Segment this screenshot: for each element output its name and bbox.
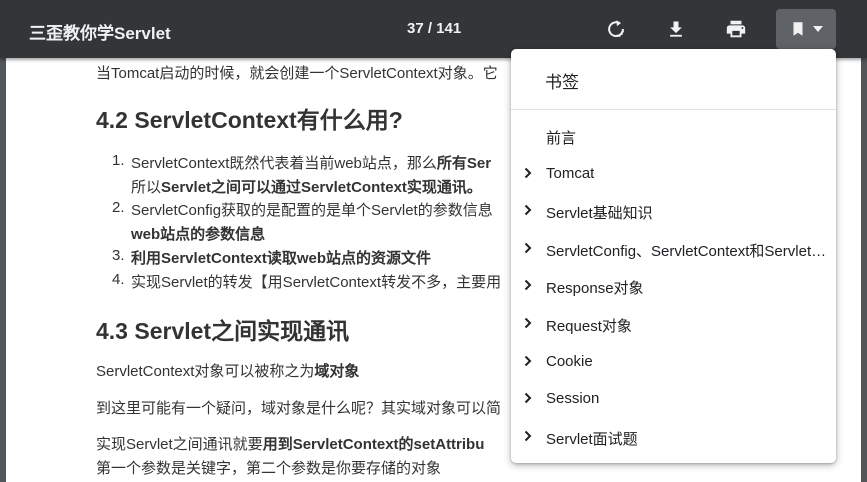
chevron-right-icon[interactable] — [524, 279, 532, 291]
list-number: 3. — [112, 247, 125, 264]
chevron-right-icon[interactable] — [524, 430, 532, 442]
document-title: 三歪教你学Servlet — [29, 24, 171, 43]
print-icon — [726, 20, 746, 38]
rotate-button[interactable] — [596, 9, 636, 49]
print-button[interactable] — [716, 9, 756, 49]
chevron-right-icon[interactable] — [524, 392, 532, 404]
chevron-right-icon[interactable] — [524, 204, 532, 216]
bookmark-item[interactable]: Cookie — [511, 347, 836, 377]
list-number: 1. — [112, 152, 125, 169]
bookmark-item[interactable]: Request对象 — [511, 309, 836, 339]
list-item-2-line-1: ServletConfig获取的是配置的是单个Servlet的参数信息 — [131, 202, 493, 219]
chevron-right-icon[interactable] — [524, 355, 532, 367]
list-item-4: 实现Servlet的转发【用ServletContext转发不多，主要用 — [131, 274, 502, 291]
paragraph-line: 当Tomcat启动的时候，就会创建一个ServletContext对象。它 — [96, 65, 498, 82]
bookmark-item-label: Servlet面试题 — [546, 431, 638, 448]
bookmark-item-label: 前言 — [546, 130, 577, 147]
bookmark-icon — [793, 22, 803, 36]
list-item-1-line-2: 所以Servlet之间可以通过ServletContext实现通讯。 — [131, 179, 482, 196]
bookmark-item-label: Servlet基础知识 — [546, 205, 653, 222]
bookmark-item[interactable]: Response对象 — [511, 271, 836, 301]
list-number: 2. — [112, 199, 125, 216]
list-item-2-line-2: web站点的参数信息 — [131, 226, 266, 243]
bookmark-item[interactable]: ServletConfig、ServletContext和Servlet… — [511, 234, 836, 264]
download-icon — [670, 21, 682, 37]
page-counter: 37 / 141 — [407, 20, 462, 37]
bookmark-item-label: Cookie — [546, 353, 593, 370]
chevron-right-icon[interactable] — [524, 317, 532, 329]
bookmark-item[interactable]: Tomcat — [511, 159, 836, 189]
bookmarks-menu-header: 书签 — [545, 73, 579, 92]
bookmark-item[interactable]: Session — [511, 384, 836, 414]
chevron-right-icon[interactable] — [524, 242, 532, 254]
bookmark-item-label: ServletConfig、ServletContext和Servlet… — [546, 243, 827, 260]
bookmark-item-label: Tomcat — [546, 165, 595, 182]
download-button[interactable] — [656, 9, 696, 49]
rotate-icon — [608, 20, 624, 38]
bookmarks-menu: 书签 前言 Tomcat Servlet基础知识 ServletConfig、Serv… — [511, 49, 836, 463]
section-heading-4-3: 4.3 Servlet之间实现通讯 — [96, 318, 350, 344]
bookmark-item-label: Response对象 — [546, 280, 644, 297]
list-item-1-line-1: ServletContext既然代表着当前web站点，那么所有Ser — [131, 155, 492, 172]
chevron-right-icon[interactable] — [524, 167, 532, 179]
section-heading-4-2: 4.2 ServletContext有什么用? — [96, 107, 403, 133]
bookmark-item-label: Request对象 — [546, 318, 632, 335]
bookmark-item[interactable]: 前言 — [511, 121, 836, 151]
bookmark-item[interactable]: Servlet面试题 — [511, 422, 836, 452]
bookmark-item[interactable]: Servlet基础知识 — [511, 196, 836, 226]
list-number: 4. — [112, 271, 125, 288]
paragraph-setattribute: 实现Servlet之间通讯就要用到ServletContext的setAttri… — [96, 436, 485, 453]
menu-divider — [511, 109, 836, 110]
paragraph-question: 到这里可能有一个疑问，域对象是什么呢？其实域对象可以简 — [96, 400, 502, 417]
paragraph-parameters: 第一个参数是关键字，第二个参数是你要存储的对象 — [96, 460, 442, 477]
paragraph-domain-object: ServletContext对象可以被称之为域对象 — [96, 363, 360, 380]
bookmark-item-label: Session — [546, 390, 600, 407]
bookmarks-button[interactable] — [776, 9, 836, 49]
caret-down-icon — [813, 26, 823, 32]
list-item-3: 利用ServletContext读取web站点的资源文件 — [131, 250, 432, 267]
